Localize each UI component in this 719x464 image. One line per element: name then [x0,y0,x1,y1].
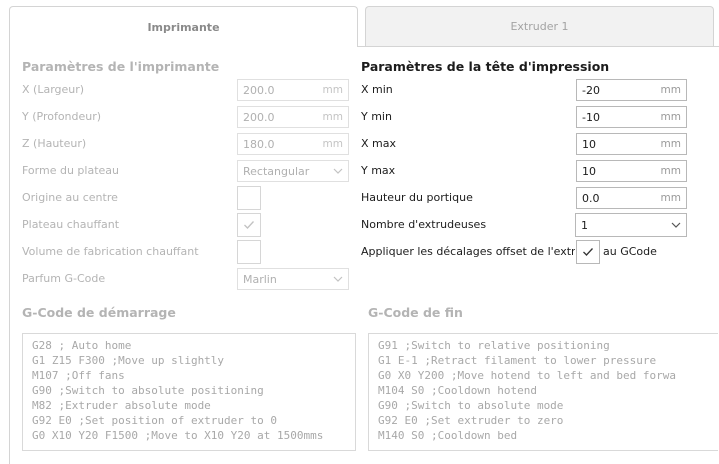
tab-printer[interactable]: Imprimante [9,6,358,47]
extruder-count-label: Nombre d'extrudeuses [361,218,487,231]
y-max-value: 10 [582,164,596,178]
gcode-line: G90 ;Switch to absolute mode [378,399,564,412]
gcode-line: G91 ;Switch to relative positioning [378,339,610,352]
gcode-flavor-label: Parfum G-Code [22,272,106,285]
y-max-unit: mm [660,165,681,177]
gantry-height-label: Hauteur du portique [361,191,473,204]
x-width-label: X (Largeur) [22,83,85,96]
x-min-label: X min [361,83,393,96]
end-gcode-editor[interactable]: G91 ;Switch to relative positioning G1 E… [368,333,718,451]
origin-center-checkbox[interactable] [237,186,261,210]
gcode-flavor-value: Marlin [243,272,277,286]
x-width-input[interactable]: 200.0 mm [237,79,349,101]
z-height-unit: mm [322,138,343,150]
y-min-value: -10 [582,110,600,124]
gcode-flavor-dropdown[interactable]: Marlin [237,268,349,290]
x-min-value: -20 [582,83,600,97]
y-max-label: Y max [361,164,396,177]
apply-offsets-label: Appliquer les décalages offset de l'extr… [361,245,575,258]
start-gcode-title: G-Code de démarrage [22,305,176,320]
y-depth-label: Y (Profondeur) [22,110,102,123]
heated-volume-label: Volume de fabrication chauffant [22,245,199,258]
apply-offsets-suffix: au GCode [603,245,657,258]
y-depth-unit: mm [322,111,343,123]
y-min-unit: mm [660,111,681,123]
chevron-down-icon [333,166,343,176]
gcode-line: G92 E0 ;Set extruder to zero [378,414,564,427]
gcode-line: G0 X0 Y200 ;Move hotend to left and bed … [378,369,677,382]
bed-shape-dropdown[interactable]: Rectangular [237,160,349,182]
x-max-unit: mm [660,138,681,150]
start-gcode-editor[interactable]: G28 ; Auto home G1 Z15 F300 ;Move up sli… [22,333,356,451]
gcode-line: G1 Z15 F300 ;Move up slightly [32,354,225,367]
x-min-unit: mm [660,84,681,96]
heated-volume-checkbox[interactable] [237,240,261,264]
x-max-label: X max [361,137,396,150]
heated-bed-checkbox[interactable] [237,213,261,237]
extruder-count-dropdown[interactable]: 1 [575,213,687,237]
bed-shape-value: Rectangular [243,164,310,178]
gcode-line: G90 ;Switch to absolute positioning [32,384,264,397]
chevron-down-icon [333,274,343,284]
bed-shape-label: Forme du plateau [22,164,119,177]
y-depth-value: 200.0 [243,110,275,124]
gcode-line: G1 E-1 ;Retract filament to lower pressu… [378,354,657,367]
gcode-line: M107 ;Off fans [32,369,125,382]
y-max-input[interactable]: 10 mm [576,160,687,182]
tab-printer-label: Imprimante [147,20,220,34]
gcode-line: M82 ;Extruder absolute mode [32,399,211,412]
extruder-count-value: 1 [581,218,588,232]
printer-settings-title: Paramètres de l'imprimante [22,59,220,74]
tab-bar: Imprimante Extruder 1 [0,0,719,47]
y-min-label: Y min [361,110,392,123]
apply-offsets-checkbox[interactable] [576,240,600,264]
gantry-height-unit: mm [660,192,681,204]
gcode-line: M104 S0 ;Cooldown hotend [378,384,537,397]
chevron-down-icon [671,220,681,230]
x-min-input[interactable]: -20 mm [576,79,687,101]
x-width-unit: mm [322,84,343,96]
gcode-line: G0 X10 Y20 F1500 ;Move to X10 Y20 at 150… [32,429,324,442]
end-gcode-title: G-Code de fin [368,305,463,320]
origin-center-label: Origine au centre [22,191,118,204]
checkmark-icon [583,248,593,256]
gantry-height-input[interactable]: 0.0 mm [576,187,687,209]
z-height-input[interactable]: 180.0 mm [237,133,349,155]
y-depth-input[interactable]: 200.0 mm [237,106,349,128]
y-min-input[interactable]: -10 mm [576,106,687,128]
gantry-height-value: 0.0 [582,191,600,205]
printhead-settings-title: Paramètres de la tête d'impression [361,59,610,74]
z-height-value: 180.0 [243,137,275,151]
gcode-line: G92 E0 ;Set position of extruder to 0 [32,414,278,427]
checkmark-icon [244,221,254,229]
heated-bed-label: Plateau chauffant [22,218,120,231]
gcode-line: G28 ; Auto home [32,339,132,352]
tab-extruder-1-label: Extruder 1 [510,20,569,33]
tab-extruder-1[interactable]: Extruder 1 [365,6,714,46]
x-max-value: 10 [582,137,596,151]
z-height-label: Z (Hauteur) [22,137,87,150]
x-width-value: 200.0 [243,83,275,97]
x-max-input[interactable]: 10 mm [576,133,687,155]
gcode-line: M140 S0 ;Cooldown bed [378,429,518,442]
